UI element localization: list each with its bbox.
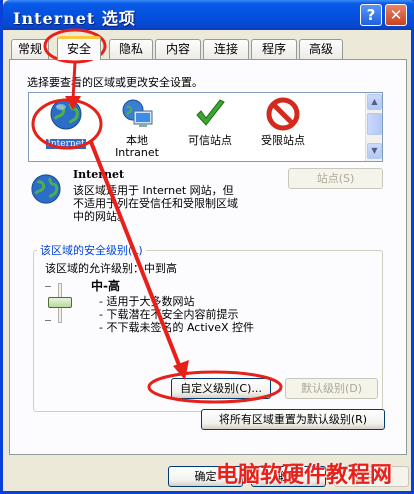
annotation-arrowhead bbox=[65, 96, 81, 110]
annotation-circle-zone bbox=[31, 98, 103, 150]
annotation-arrowhead bbox=[173, 360, 189, 380]
annotation-overlay bbox=[31, 28, 283, 404]
annotation-arrow-line bbox=[89, 141, 183, 371]
watermark-text: 电脑软硬件教程网 bbox=[216, 463, 393, 488]
tab-security[interactable]: 安全 bbox=[57, 36, 101, 60]
annotation-arrow-line bbox=[71, 61, 77, 101]
annotation-circle-custom bbox=[147, 370, 283, 404]
internet-options-dialog: Internet 选项 ? ✕ 常规 安全 隐私 内容 连接 程序 高级 选择要… bbox=[0, 0, 414, 494]
